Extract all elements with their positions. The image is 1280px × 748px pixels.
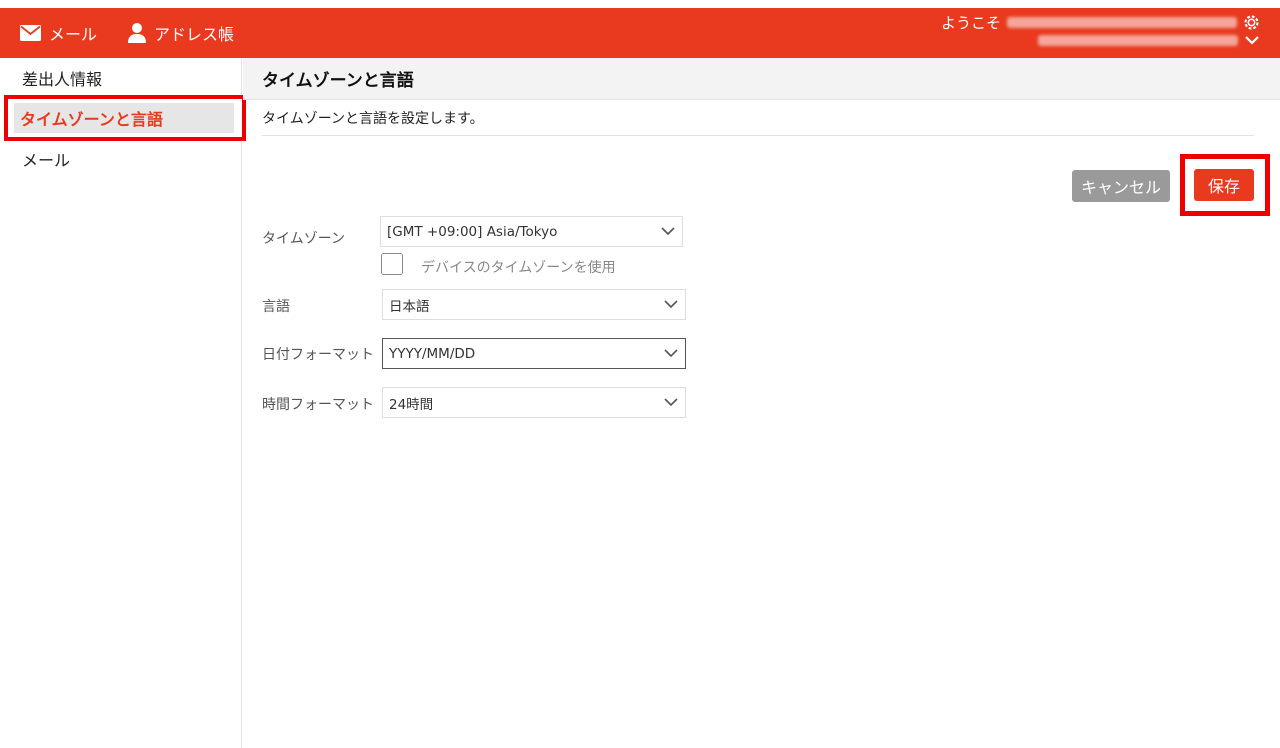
person-icon	[128, 23, 146, 43]
time-format-label: 時間フォーマット	[262, 397, 374, 413]
gear-icon[interactable]	[1243, 14, 1260, 31]
nav-mail-label: メール	[49, 25, 98, 44]
welcome-text: ようこそ	[940, 14, 1001, 32]
time-format-value: 24時間	[389, 396, 434, 413]
chevron-down-icon	[664, 300, 678, 309]
cancel-button[interactable]: キャンセル	[1072, 170, 1170, 202]
chevron-down-icon	[661, 227, 675, 236]
sidebar-item-timezone-language[interactable]: タイムゾーンと言語	[4, 95, 246, 141]
save-button[interactable]: 保存	[1194, 169, 1254, 201]
settings-sidebar: 差出人情報 タイムゾーンと言語 メール	[0, 58, 246, 748]
language-label: 言語	[262, 299, 290, 315]
nav-address-book[interactable]: アドレス帳	[128, 8, 234, 58]
nav-mail[interactable]: メール	[20, 8, 97, 58]
date-format-select[interactable]: YYYY/MM/DD	[382, 338, 686, 369]
page-description: タイムゾーンと言語を設定します。	[262, 111, 484, 127]
app-header: メール アドレス帳 ようこそ	[0, 8, 1280, 58]
nav-address-label: アドレス帳	[154, 25, 235, 44]
chevron-down-icon[interactable]	[1244, 34, 1260, 46]
date-format-label: 日付フォーマット	[262, 347, 374, 363]
mail-icon	[20, 25, 41, 41]
divider	[262, 135, 1254, 136]
chevron-down-icon	[664, 349, 678, 358]
time-format-select[interactable]: 24時間	[382, 387, 686, 418]
user-welcome: ようこそ	[932, 12, 1262, 56]
timezone-value: [GMT +09:00] Asia/Tokyo	[387, 223, 558, 240]
chevron-down-icon	[664, 398, 678, 407]
timezone-select[interactable]: [GMT +09:00] Asia/Tokyo	[380, 216, 683, 247]
sidebar-item-label: 差出人情報	[22, 70, 103, 89]
sidebar-item-label: タイムゾーンと言語	[20, 110, 163, 129]
device-timezone-label: デバイスのタイムゾーンを使用	[421, 260, 616, 276]
top-strip	[0, 0, 1280, 8]
language-value: 日本語	[389, 298, 430, 315]
sidebar-item-label: メール	[22, 151, 71, 170]
date-format-value: YYYY/MM/DD	[389, 345, 476, 362]
user-name-redacted	[1007, 17, 1237, 28]
device-timezone-checkbox[interactable]	[381, 253, 403, 275]
settings-main: タイムゾーンと言語 タイムゾーンと言語を設定します。 キャンセル 保存 タイムゾ…	[243, 58, 1280, 748]
sidebar-item-sender-info[interactable]: 差出人情報	[0, 58, 242, 98]
sidebar-item-mail[interactable]: メール	[0, 139, 242, 179]
language-select[interactable]: 日本語	[382, 289, 686, 320]
timezone-label: タイムゾーン	[262, 231, 346, 247]
page-title: タイムゾーンと言語	[243, 58, 1280, 100]
user-email-redacted	[1038, 34, 1238, 46]
